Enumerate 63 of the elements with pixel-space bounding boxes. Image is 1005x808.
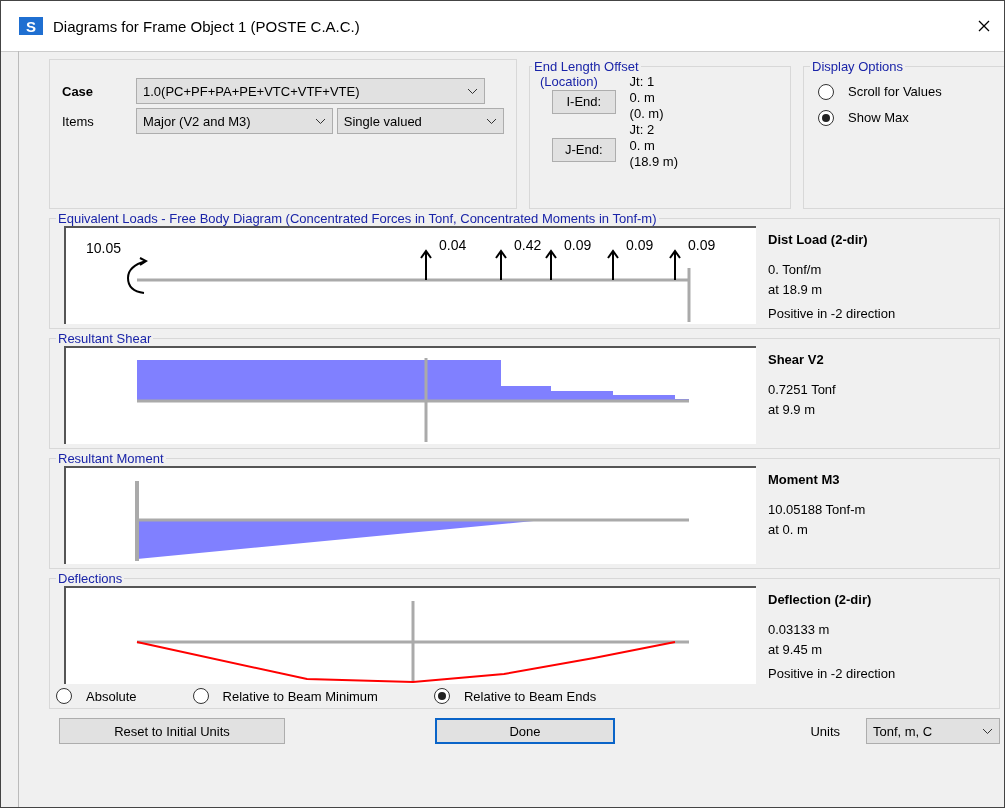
info-value: 10.05188 Tonf-m [768,501,867,519]
offset-value: 0. m [629,90,656,106]
group-title: End Length Offset [533,59,640,74]
window-title: Diagrams for Frame Object 1 (POSTE C.A.C.) [53,17,361,35]
info-value: 0. Tonf/m [768,261,823,279]
group-title: Display Options [811,59,905,74]
end-button[interactable]: I-End: [552,90,616,114]
end-button[interactable]: J-End: [552,138,616,162]
diagram-title: Equivalent Loads - Free Body Diagram (Concentrated Forces in Tonf, Concentrated Moments in Tonf-m) [57,211,658,226]
info-value: at 0. m [768,521,809,539]
force-label: 0.09 [626,237,654,253]
display-option-radio[interactable]: Scroll for Values [818,84,1004,100]
force-arrow-icon [607,249,619,281]
items-label: Items [62,113,95,129]
close-icon[interactable] [978,20,990,32]
value-mode-dropdown[interactable]: Single valued [336,108,504,134]
info-value: at 18.9 m [768,281,824,299]
force-label: 0.09 [688,237,716,253]
info-note: Positive in -2 direction [768,305,897,323]
caret-icon [467,87,478,95]
force-arrow-icon [420,249,432,281]
info-title: Dist Load (2-dir) [768,231,869,249]
app-logo: S [19,17,43,35]
force-arrow-icon [669,249,681,281]
joint-label: Jt: 2 [629,122,656,138]
units-dropdown[interactable]: Tonf, m, C [866,718,1000,744]
case-dropdown[interactable]: 1.0(PC+PF+PA+PE+VTC+VTF+VTE) [136,78,485,104]
offset-value: 0. m [629,138,656,154]
case-label: Case [62,83,95,99]
deflection-mode-radio[interactable]: Absolute [56,688,137,704]
info-value: at 9.45 m [768,641,824,659]
joint-label: Jt: 1 [629,74,656,90]
moment-icon [127,257,147,294]
dialog-button[interactable]: Done [435,718,615,744]
diagram-title: Resultant Moment [57,451,165,466]
diagram-title: Deflections [57,571,124,586]
diagram-title: Resultant Shear [57,331,153,346]
info-note: Positive in -2 direction [768,665,897,683]
info-value: 0.03133 m [768,621,831,639]
support-line [687,268,691,322]
group-subtitle: (Location) [540,74,599,90]
info-title: Deflection (2-dir) [768,591,873,609]
info-value: at 9.9 m [768,401,816,419]
display-option-radio[interactable]: Show Max [818,110,1004,126]
items-dropdown[interactable]: Major (V2 and M3) [136,108,333,134]
info-title: Shear V2 [768,351,825,369]
force-label: 0.09 [564,237,592,253]
deflection-mode-radio[interactable]: Relative to Beam Minimum [192,688,378,704]
caret-icon [314,117,326,125]
info-value: 0.7251 Tonf [768,381,837,399]
force-label: 0.42 [514,237,542,253]
force-arrow-icon [545,249,557,281]
location-value: (18.9 m) [629,154,679,170]
caret-icon [982,727,993,735]
location-value: (0. m) [629,106,665,122]
force-label: 0.04 [439,237,467,253]
moment-label: 10.05 [86,240,122,256]
deflection-mode-radio[interactable]: Relative to Beam Ends [433,688,597,704]
units-label: Units [810,723,840,739]
caret-icon [486,117,497,125]
info-title: Moment M3 [768,471,841,489]
force-arrow-icon [495,249,507,281]
dialog-button[interactable]: Reset to Initial Units [59,718,285,744]
